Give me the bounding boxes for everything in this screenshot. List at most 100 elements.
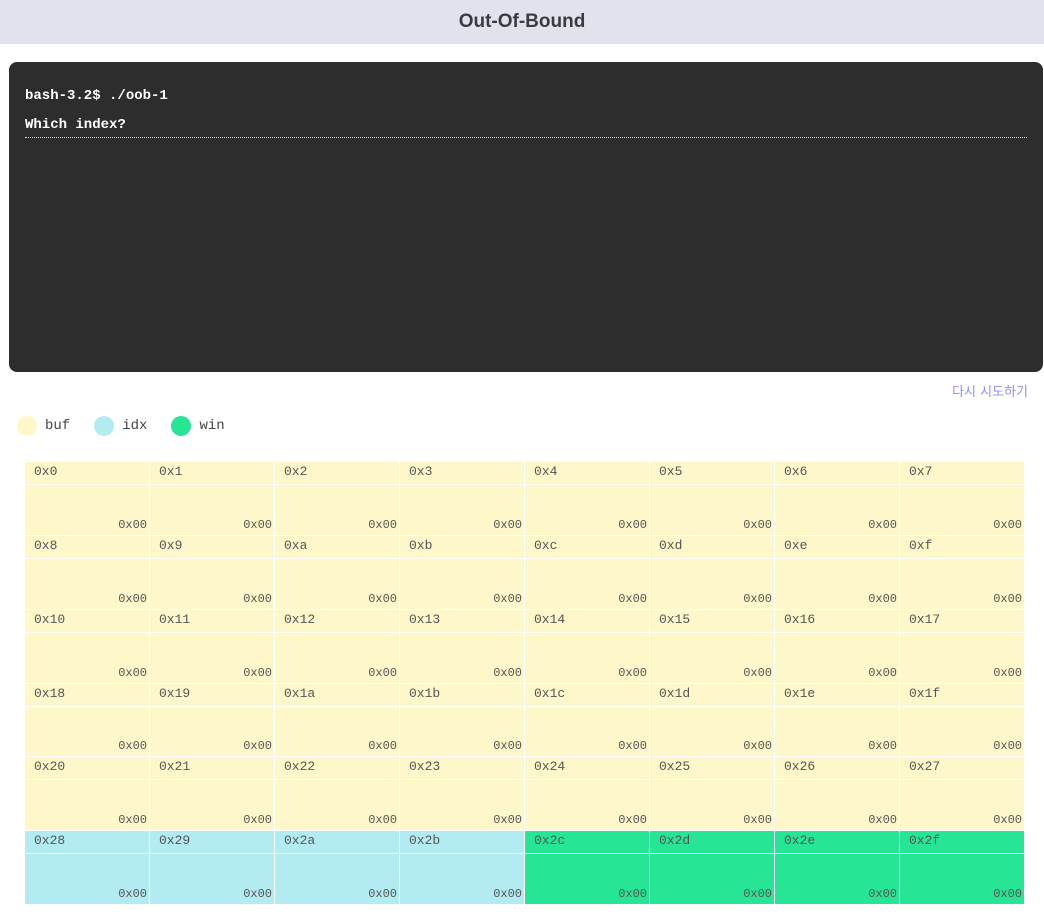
memory-cell-value: 0x00	[993, 887, 1022, 901]
memory-cell-divider	[275, 705, 399, 707]
memory-cell-address: 0xd	[659, 537, 683, 553]
memory-cell-address: 0x16	[784, 611, 816, 627]
memory-cell-address: 0x15	[659, 611, 691, 627]
memory-cell: 0x29 0x00	[150, 831, 274, 904]
memory-cell: 0x16 0x00	[775, 609, 899, 683]
legend-dot-idx	[94, 416, 115, 436]
memory-cell-address: 0x2	[284, 464, 308, 479]
memory-cell-address: 0x29	[159, 833, 191, 849]
memory-cell: 0x28 0x00	[25, 831, 149, 904]
memory-cell: 0x9 0x00	[150, 535, 274, 609]
memory-cell-value: 0x00	[368, 739, 397, 754]
memory-cell-divider	[150, 779, 274, 781]
memory-cell-value: 0x00	[493, 739, 522, 754]
legend-label: win	[199, 418, 225, 434]
memory-cell-address: 0x1	[159, 464, 183, 479]
memory-cell-address: 0x14	[534, 611, 566, 627]
memory-cell-divider	[275, 484, 399, 485]
terminal-line: bash-3.2$ ./oob-1	[25, 88, 168, 104]
memory-cell-divider	[900, 779, 1024, 781]
memory-cell-value: 0x00	[868, 665, 897, 680]
memory-cell-divider	[400, 779, 524, 781]
memory-cell-value: 0x00	[368, 813, 397, 828]
memory-cell-divider	[525, 557, 649, 559]
memory-cell-address: 0x8	[34, 537, 58, 553]
memory-cell: 0x22 0x00	[275, 757, 399, 831]
memory-cell-value: 0x00	[618, 887, 647, 901]
memory-cell-value: 0x00	[493, 665, 522, 680]
memory-cell-divider	[400, 853, 524, 855]
memory-cell: 0x20 0x00	[25, 757, 149, 831]
memory-cell-value: 0x00	[868, 813, 897, 828]
memory-cell: 0x2b 0x00	[400, 831, 524, 904]
memory-cell-address: 0x18	[34, 685, 66, 701]
memory-cell-address: 0x23	[409, 759, 441, 775]
memory-cell-address: 0x1e	[784, 685, 816, 701]
memory-cell-divider	[150, 484, 274, 485]
memory-cell-divider	[650, 779, 774, 781]
memory-cell-value: 0x00	[243, 591, 272, 606]
memory-cell-address: 0x9	[159, 537, 183, 553]
memory-cell-value: 0x00	[993, 517, 1022, 532]
memory-cell: 0x2a 0x00	[275, 831, 399, 904]
memory-cell: 0x8 0x00	[25, 535, 149, 609]
memory-cell-value: 0x00	[243, 665, 272, 680]
memory-cell-divider	[25, 779, 149, 781]
memory-cell-value: 0x00	[743, 813, 772, 828]
memory-cell: 0x7 0x00	[900, 462, 1024, 535]
memory-cell: 0x25 0x00	[650, 757, 774, 831]
memory-cell-divider	[525, 853, 649, 855]
memory-cell-value: 0x00	[243, 517, 272, 532]
memory-cell-value: 0x00	[493, 517, 522, 532]
memory-cell: 0x14 0x00	[525, 609, 649, 683]
memory-cell-divider	[400, 705, 524, 707]
memory-cell: 0x1c 0x00	[525, 683, 649, 757]
retry-button[interactable]: 다시 시도하기	[952, 381, 1028, 400]
memory-cell: 0xc 0x00	[525, 535, 649, 609]
memory-cell-address: 0xf	[909, 537, 933, 553]
memory-cell-divider	[25, 705, 149, 707]
memory-cell-address: 0x7	[909, 464, 933, 479]
memory-cell-address: 0x28	[34, 833, 66, 849]
page-title: Out-Of-Bound	[458, 11, 586, 32]
memory-cell-value: 0x00	[118, 739, 147, 754]
memory-cell-address: 0x22	[284, 759, 316, 775]
memory-cell-value: 0x00	[618, 665, 647, 680]
memory-cell: 0x4 0x00	[525, 462, 649, 535]
memory-cell: 0x2c 0x00	[525, 831, 649, 904]
memory-cell-divider	[25, 557, 149, 559]
memory-cell: 0xa 0x00	[275, 535, 399, 609]
terminal-input-line[interactable]	[25, 137, 1027, 138]
memory-cell-value: 0x00	[118, 665, 147, 680]
memory-cell: 0x21 0x00	[150, 757, 274, 831]
memory-cell-value: 0x00	[743, 517, 772, 532]
memory-cell-value: 0x00	[868, 887, 897, 901]
memory-cell-address: 0x5	[659, 464, 683, 479]
memory-cell-address: 0x4	[534, 464, 558, 479]
memory-cell-divider	[400, 557, 524, 559]
legend-item-idx: idx	[94, 416, 147, 436]
memory-cell-divider	[150, 853, 274, 855]
legend-label: buf	[45, 418, 71, 434]
memory-cell-value: 0x00	[868, 591, 897, 606]
memory-cell-address: 0x6	[784, 464, 808, 479]
memory-cell-value: 0x00	[493, 813, 522, 828]
memory-cell-value: 0x00	[368, 517, 397, 532]
memory-cell: 0x1f 0x00	[900, 683, 1024, 757]
memory-cell-address: 0xe	[784, 537, 808, 553]
memory-cell-value: 0x00	[118, 887, 147, 901]
memory-cell-value: 0x00	[993, 591, 1022, 606]
memory-cell-divider	[900, 557, 1024, 559]
memory-cell-divider	[775, 557, 899, 559]
terminal[interactable]: bash-3.2$ ./oob-1 Which index?	[9, 62, 1043, 372]
memory-cell: 0x3 0x00	[400, 462, 524, 535]
memory-cell-address: 0x3	[409, 464, 433, 479]
memory-grid: 0x0 0x00 0x1 0x00 0x2 0x00 0x3 0x00 0x4 0x00 0x5 0x…	[25, 462, 1024, 904]
memory-cell: 0xd 0x00	[650, 535, 774, 609]
memory-cell-address: 0x11	[159, 611, 191, 627]
memory-cell-address: 0x1b	[409, 685, 441, 701]
memory-cell: 0x12 0x00	[275, 609, 399, 683]
memory-cell-value: 0x00	[243, 887, 272, 901]
memory-cell: 0x27 0x00	[900, 757, 1024, 831]
memory-cell: 0x23 0x00	[400, 757, 524, 831]
